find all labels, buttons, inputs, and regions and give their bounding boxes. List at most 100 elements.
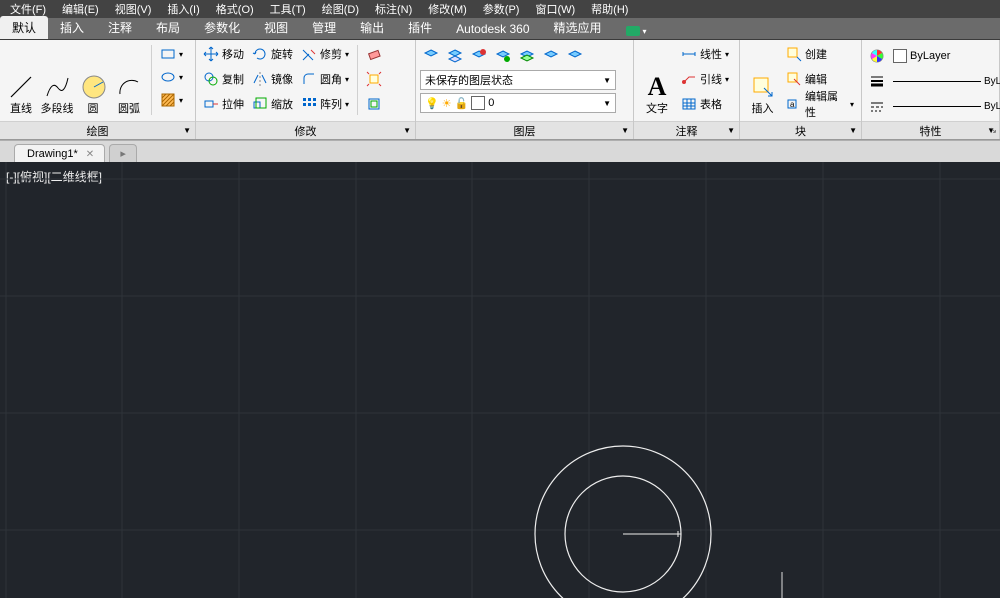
circle-button[interactable]: 圆 <box>76 43 110 115</box>
linear-dim-button[interactable]: 线性 ▾ <box>678 43 732 65</box>
layer-off-icon <box>447 48 463 64</box>
color-wheel-icon <box>869 48 885 64</box>
menu-param[interactable]: 参数(P) <box>475 0 528 18</box>
layer-more1-button[interactable] <box>540 45 562 67</box>
panel-draw: 直线 多段线 圆 圆弧 ▾ ▾ ▾ 绘图▼ <box>0 40 196 139</box>
color-value-label: ByLayer <box>910 50 950 62</box>
fillet-icon <box>301 71 317 87</box>
polyline-button[interactable]: 多段线 <box>40 43 74 115</box>
color-dropdown[interactable]: ByLayer <box>890 45 1000 67</box>
layer-current-dropdown[interactable]: 💡☀🔓0 ▼ <box>420 93 616 113</box>
chevron-down-icon: ▾ <box>643 27 647 36</box>
line-button[interactable]: 直线 <box>4 43 38 115</box>
color-swatch <box>893 49 907 63</box>
color-control-button[interactable] <box>866 45 888 67</box>
tab-featured[interactable]: 精选应用 <box>542 16 614 39</box>
array-button[interactable]: 阵列 ▾ <box>298 93 352 115</box>
panel-title-props[interactable]: 特性▼↘ <box>862 121 999 139</box>
leader-icon <box>681 71 697 87</box>
move-icon <box>203 46 219 62</box>
create-block-button[interactable]: 创建 <box>783 43 857 65</box>
dialog-launcher-icon[interactable]: ↘ <box>989 125 997 136</box>
stretch-icon <box>203 96 219 112</box>
arc-label: 圆弧 <box>118 103 140 115</box>
erase-button[interactable] <box>363 43 385 65</box>
edit-attr-button[interactable]: a编辑属性 ▾ <box>783 93 857 115</box>
edit-block-button[interactable]: 编辑 <box>783 68 857 90</box>
linetype-icon <box>869 98 885 114</box>
tab-plugins[interactable]: 插件 <box>396 16 444 39</box>
hatch-button[interactable]: ▾ <box>157 89 186 111</box>
tab-autodesk360[interactable]: Autodesk 360 <box>444 19 541 39</box>
new-tab-button[interactable]: ▸ <box>109 144 137 162</box>
layer-freeze-button[interactable] <box>468 45 490 67</box>
plus-icon: ▸ <box>120 147 126 160</box>
file-tab-bar: Drawing1* ✕ ▸ <box>0 140 1000 162</box>
panel-layer: 未保存的图层状态▼ 💡☀🔓0 ▼ 图层▼ <box>416 40 634 139</box>
text-label: 文字 <box>646 103 668 115</box>
panel-title-modify[interactable]: 修改▼ <box>196 121 415 139</box>
circle-icon <box>79 73 107 101</box>
lineweight-dropdown[interactable]: ByLayer <box>890 70 1000 92</box>
copy-button[interactable]: 复制 <box>200 68 247 90</box>
arc-button[interactable]: 圆弧 <box>112 43 146 115</box>
circle-label: 圆 <box>88 103 99 115</box>
tab-overflow[interactable]: ▾ <box>614 23 659 39</box>
linetype-value-label: ByLayer <box>984 101 1000 112</box>
tab-manage[interactable]: 管理 <box>300 16 348 39</box>
close-icon[interactable]: ✕ <box>86 149 94 160</box>
stretch-button[interactable]: 拉伸 <box>200 93 247 115</box>
tab-annotate[interactable]: 注释 <box>96 16 144 39</box>
chevron-down-icon: ▼ <box>621 126 629 135</box>
panel-title-annotate[interactable]: 注释▼ <box>634 121 739 139</box>
insert-block-button[interactable]: 插入 <box>744 43 781 115</box>
lineweight-control-button[interactable] <box>866 70 888 92</box>
rotate-button[interactable]: 旋转 <box>249 43 296 65</box>
panel-title-block[interactable]: 块▼ <box>740 121 861 139</box>
panel-modify: 移动 复制 拉伸 旋转 镜像 缩放 修剪 ▾ 圆角 ▾ 阵列 ▾ 修改▼ <box>196 40 416 139</box>
panel-title-draw[interactable]: 绘图▼ <box>0 121 195 139</box>
tab-layout[interactable]: 布局 <box>144 16 192 39</box>
fillet-button[interactable]: 圆角 ▾ <box>298 68 352 90</box>
layer-color-swatch <box>471 96 485 110</box>
arc-icon <box>115 73 143 101</box>
layer-off-button[interactable] <box>444 45 466 67</box>
ribbon: 直线 多段线 圆 圆弧 ▾ ▾ ▾ 绘图▼ 移动 复制 拉伸 旋转 <box>0 40 1000 140</box>
create-block-icon <box>786 46 802 62</box>
scale-button[interactable]: 缩放 <box>249 93 296 115</box>
text-button[interactable]: A 文字 <box>638 43 676 115</box>
linetype-control-button[interactable] <box>866 95 888 117</box>
chevron-down-icon: ▼ <box>849 126 857 135</box>
linetype-dropdown[interactable]: ByLayer <box>890 95 1000 117</box>
panel-title-layer[interactable]: 图层▼ <box>416 121 633 139</box>
layer-freeze-icon <box>471 48 487 64</box>
bulb-icon: 💡 <box>425 97 439 110</box>
ribbon-tabs: 默认 插入 注释 布局 参数化 视图 管理 输出 插件 Autodesk 360… <box>0 18 1000 40</box>
tab-parametric[interactable]: 参数化 <box>192 16 252 39</box>
table-button[interactable]: 表格 <box>678 93 732 115</box>
layers-icon <box>423 48 439 64</box>
chevron-down-icon: ▼ <box>727 126 735 135</box>
rectangle-button[interactable]: ▾ <box>157 43 186 65</box>
chevron-down-icon: ▼ <box>183 126 191 135</box>
layer-lock-icon <box>495 48 511 64</box>
tab-insert[interactable]: 插入 <box>48 16 96 39</box>
layer-more2-button[interactable] <box>564 45 586 67</box>
layer-state-dropdown[interactable]: 未保存的图层状态▼ <box>420 70 616 90</box>
trim-button[interactable]: 修剪 ▾ <box>298 43 352 65</box>
ellipse-button[interactable]: ▾ <box>157 66 186 88</box>
explode-button[interactable] <box>363 68 385 90</box>
tab-view[interactable]: 视图 <box>252 16 300 39</box>
file-tab-drawing1[interactable]: Drawing1* ✕ <box>14 144 105 162</box>
layer-match-button[interactable] <box>516 45 538 67</box>
tab-output[interactable]: 输出 <box>348 16 396 39</box>
leader-button[interactable]: 引线 ▾ <box>678 68 732 90</box>
drawing-canvas[interactable]: [-][俯视][二维线框] <box>0 162 1000 598</box>
tab-default[interactable]: 默认 <box>0 16 48 39</box>
layer-props-button[interactable] <box>420 45 442 67</box>
linetype-sample <box>893 106 981 107</box>
offset-button[interactable] <box>363 93 385 115</box>
mirror-button[interactable]: 镜像 <box>249 68 296 90</box>
layer-lock-button[interactable] <box>492 45 514 67</box>
move-button[interactable]: 移动 <box>200 43 247 65</box>
